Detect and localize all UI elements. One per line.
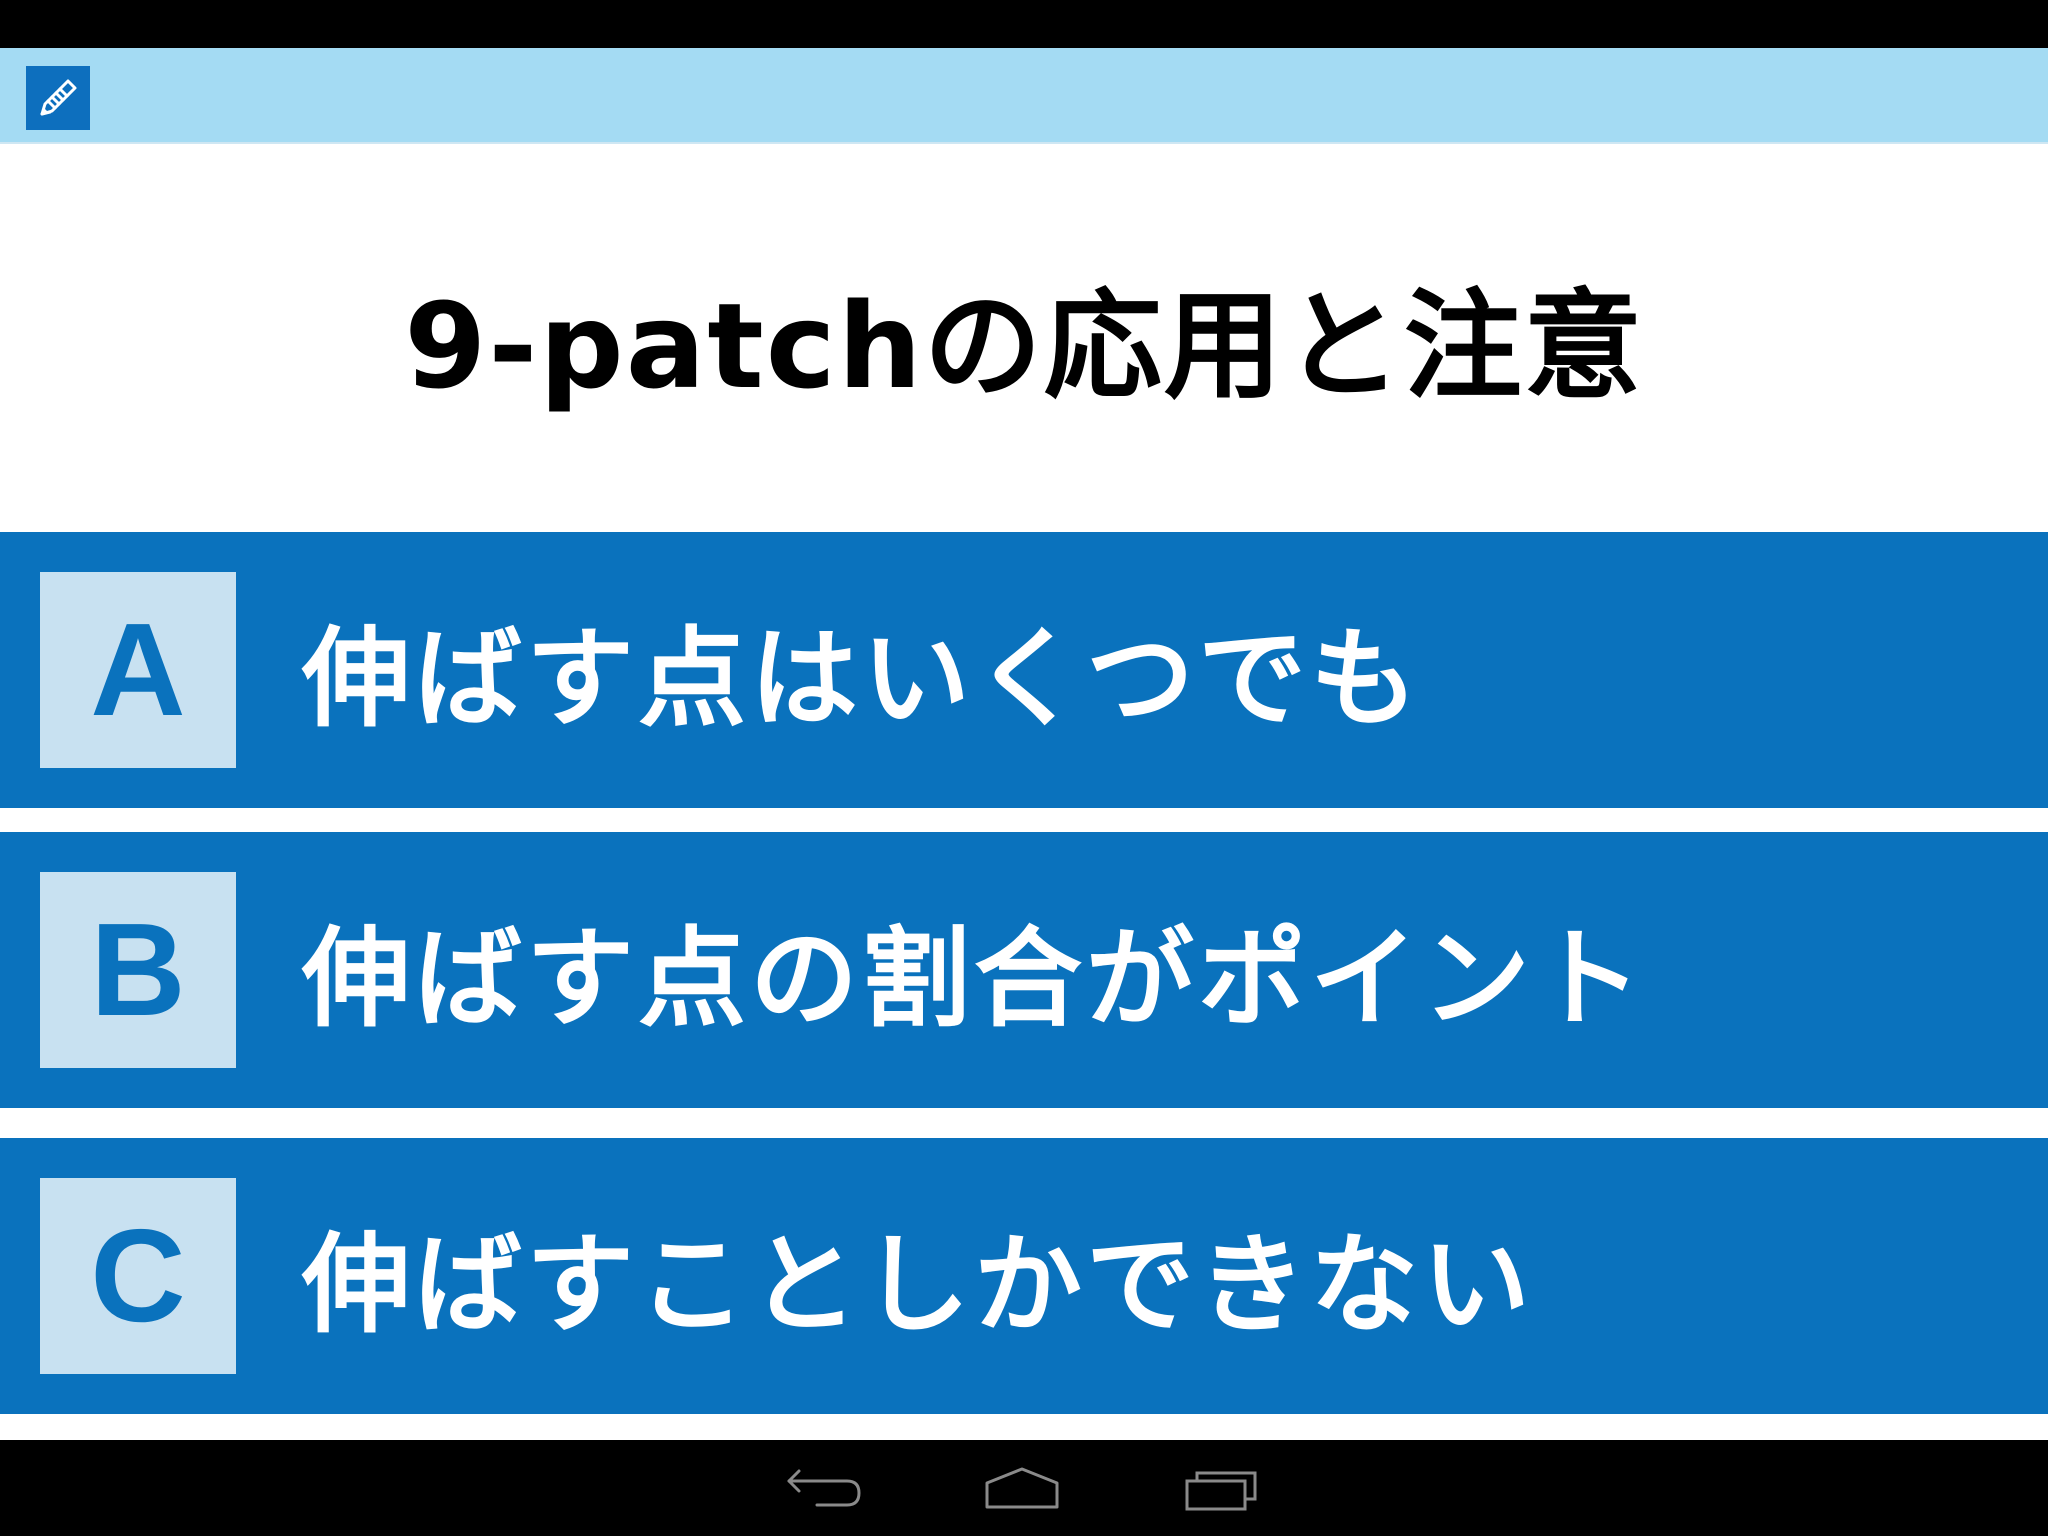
answer-letter-box: C [40, 1178, 236, 1374]
answer-letter: C [90, 1202, 186, 1349]
answer-button-a[interactable]: A 伸ばす点はいくつでも [0, 532, 2048, 808]
navigation-bar [0, 1440, 2048, 1536]
recents-icon[interactable] [1162, 1448, 1282, 1528]
answer-text: 伸ばすことしかできない [302, 1223, 1535, 1348]
pencil-icon[interactable] [26, 66, 90, 130]
answer-button-c[interactable]: C 伸ばすことしかできない [0, 1138, 2048, 1414]
answer-letter: A [90, 596, 186, 743]
action-bar [0, 48, 2048, 144]
answer-letter: B [90, 896, 186, 1043]
back-icon[interactable] [762, 1448, 882, 1528]
home-icon[interactable] [962, 1448, 1082, 1528]
answer-letter-box: B [40, 872, 236, 1068]
status-bar [0, 0, 2048, 48]
answer-text: 伸ばす点の割合がポイント [302, 917, 1647, 1042]
question-title: 9-patchの応用と注意 [404, 276, 1644, 415]
answer-button-b[interactable]: B 伸ばす点の割合がポイント [0, 832, 2048, 1108]
answer-text: 伸ばす点はいくつでも [302, 617, 1423, 742]
answer-letter-box: A [40, 572, 236, 768]
